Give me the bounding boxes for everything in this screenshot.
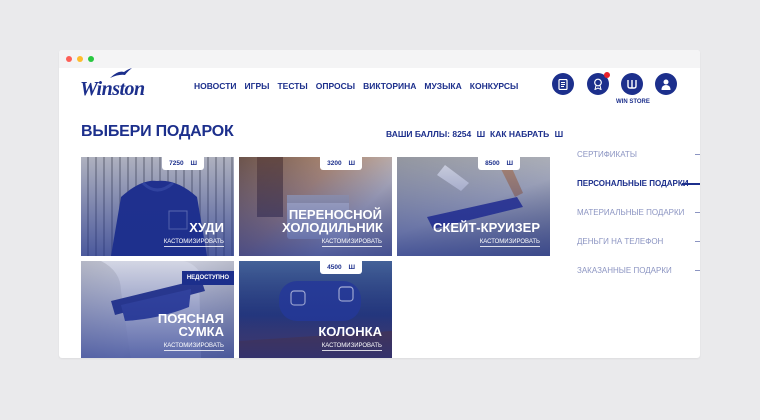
browser-window: Winston НОВОСТИ ИГРЫ ТЕСТЫ ОПРОСЫ ВИКТОР… xyxy=(59,50,700,358)
nav-item-polls[interactable]: ОПРОСЫ xyxy=(316,81,355,91)
price-value: 7250 xyxy=(169,160,184,167)
gift-title: КОЛОНКА xyxy=(318,324,382,339)
gift-card-waist-bag[interactable]: НЕДОСТУПНО ПОЯСНАЯ СУМКА КАСТОМИЗИРОВАТЬ xyxy=(81,261,234,358)
sidebar-item-marker xyxy=(695,270,700,271)
sidebar-item-label: ПЕРСОНАЛЬНЫЕ ПОДАРКИ xyxy=(577,179,689,188)
logo-text: Winston xyxy=(80,78,145,100)
site-header: Winston НОВОСТИ ИГРЫ ТЕСТЫ ОПРОСЫ ВИКТОР… xyxy=(59,68,700,118)
points-label: ВАШИ БАЛЛЫ: 8254 xyxy=(386,129,472,139)
main-nav: НОВОСТИ ИГРЫ ТЕСТЫ ОПРОСЫ ВИКТОРИНА МУЗЫ… xyxy=(194,81,518,91)
nav-item-contests[interactable]: КОНКУРСЫ xyxy=(470,81,519,91)
notification-dot xyxy=(604,72,610,78)
sidebar-item-marker xyxy=(682,183,700,185)
win-store-label: WIN STORE xyxy=(616,99,650,105)
gift-card-cooler[interactable]: 3200 Ш ПЕРЕНОСНОЙ ХОЛОДИЛЬНИК КАСТОМИЗИР… xyxy=(239,157,392,256)
close-window-button[interactable] xyxy=(66,56,72,62)
price-currency-icon: Ш xyxy=(348,160,355,167)
points-currency-icon: Ш xyxy=(476,129,486,139)
awards-button[interactable] xyxy=(587,72,610,95)
price-tag: 4500 Ш xyxy=(320,261,362,274)
window-titlebar xyxy=(59,50,700,68)
price-tag: 7250 Ш xyxy=(162,157,204,170)
win-store-button[interactable] xyxy=(621,73,643,95)
sidebar-item-label: МАТЕРИАЛЬНЫЕ ПОДАРКИ xyxy=(577,208,685,217)
profile-icon xyxy=(661,79,671,90)
award-icon xyxy=(594,78,602,90)
minimize-window-button[interactable] xyxy=(77,56,83,62)
page-title: ВЫБЕРИ ПОДАРОК xyxy=(81,123,234,140)
nav-item-games[interactable]: ИГРЫ xyxy=(245,81,270,91)
how-to-earn-label: КАК НАБРАТЬ xyxy=(490,129,550,139)
price-value: 3200 xyxy=(327,160,342,167)
how-to-earn-currency-icon: Ш xyxy=(554,129,564,139)
gift-title: ПОЯСНАЯ СУМКА xyxy=(157,311,224,339)
sidebar-item-ordered-gifts[interactable]: ЗАКАЗАННЫЕ ПОДАРКИ xyxy=(577,266,700,295)
customize-link[interactable]: КАСТОМИЗИРОВАТЬ xyxy=(321,239,382,247)
price-value: 8500 xyxy=(485,160,500,167)
gift-card-hoodie[interactable]: 7250 Ш ХУДИ КАСТОМИЗИРОВАТЬ xyxy=(81,157,234,256)
maximize-window-button[interactable] xyxy=(88,56,94,62)
sidebar-item-personal-gifts[interactable]: ПЕРСОНАЛЬНЫЕ ПОДАРКИ xyxy=(577,179,700,208)
sidebar-item-marker xyxy=(695,212,700,213)
unavailable-badge: НЕДОСТУПНО xyxy=(181,271,234,285)
price-currency-icon: Ш xyxy=(506,160,513,167)
gift-card-skate[interactable]: 8500 Ш СКЕЙТ-КРУИЗЕР КАСТОМИЗИРОВАТЬ xyxy=(397,157,550,256)
sidebar-item-label: ЗАКАЗАННЫЕ ПОДАРКИ xyxy=(577,266,672,275)
sidebar-item-label: СЕРТИФИКАТЫ xyxy=(577,150,637,159)
points-balance: ВАШИ БАЛЛЫ: 8254 Ш xyxy=(386,129,485,139)
price-value: 4500 xyxy=(327,264,342,271)
price-tag: 8500 Ш xyxy=(478,157,520,170)
price-currency-icon: Ш xyxy=(348,264,355,271)
gift-title: ХУДИ xyxy=(189,220,224,235)
customize-link[interactable]: КАСТОМИЗИРОВАТЬ xyxy=(479,239,540,247)
sidebar-item-marker xyxy=(695,154,700,155)
sidebar-item-marker xyxy=(695,241,700,242)
price-currency-icon: Ш xyxy=(190,160,197,167)
category-sidebar: СЕРТИФИКАТЫ ПЕРСОНАЛЬНЫЕ ПОДАРКИ МАТЕРИА… xyxy=(577,150,700,295)
gift-card-speaker[interactable]: 4500 Ш КОЛОНКА КАСТОМИЗИРОВАТЬ xyxy=(239,261,392,358)
nav-item-music[interactable]: МУЗЫКА xyxy=(424,81,461,91)
how-to-earn-link[interactable]: КАК НАБРАТЬ Ш xyxy=(490,129,563,139)
sidebar-item-material-gifts[interactable]: МАТЕРИАЛЬНЫЕ ПОДАРКИ xyxy=(577,208,700,237)
eagle-logo-icon xyxy=(110,68,132,78)
profile-button[interactable] xyxy=(655,73,677,95)
sidebar-item-label: ДЕНЬГИ НА ТЕЛЕФОН xyxy=(577,237,664,246)
nav-item-tests[interactable]: ТЕСТЫ xyxy=(277,81,307,91)
price-tag: 3200 Ш xyxy=(320,157,362,170)
sidebar-item-certificates[interactable]: СЕРТИФИКАТЫ xyxy=(577,150,700,179)
win-store-icon xyxy=(627,80,637,89)
document-button[interactable] xyxy=(552,73,574,95)
customize-link[interactable]: КАСТОМИЗИРОВАТЬ xyxy=(163,239,224,247)
document-icon xyxy=(558,78,568,90)
customize-link[interactable]: КАСТОМИЗИРОВАТЬ xyxy=(321,343,382,351)
gift-title: ПЕРЕНОСНОЙ ХОЛОДИЛЬНИК xyxy=(282,207,383,235)
nav-item-quiz[interactable]: ВИКТОРИНА xyxy=(363,81,416,91)
customize-link[interactable]: КАСТОМИЗИРОВАТЬ xyxy=(163,343,224,351)
gift-title: СКЕЙТ-КРУИЗЕР xyxy=(433,220,540,235)
nav-item-news[interactable]: НОВОСТИ xyxy=(194,81,237,91)
sidebar-item-phone-money[interactable]: ДЕНЬГИ НА ТЕЛЕФОН xyxy=(577,237,700,266)
